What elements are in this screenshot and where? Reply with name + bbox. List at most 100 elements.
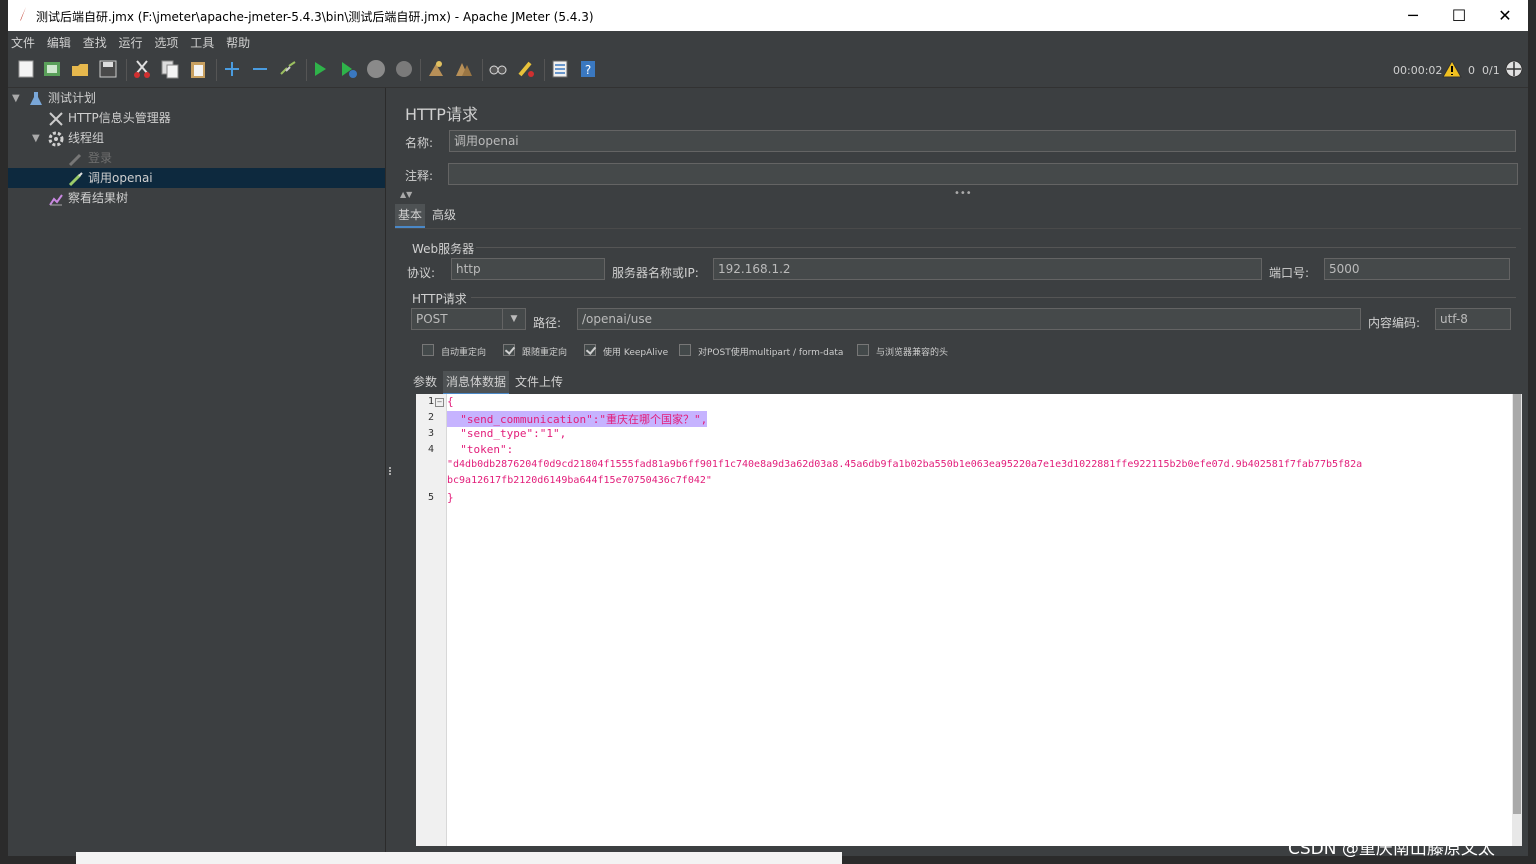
- section-divider: [476, 247, 1516, 248]
- encoding-label: 内容编码:: [1368, 316, 1421, 330]
- window-title: 测试后端自研.jmx (F:\jmeter\apache-jmeter-5.4.…: [36, 10, 594, 24]
- code-line: }: [447, 491, 454, 504]
- menu-options[interactable]: 选项: [151, 31, 181, 51]
- tree-node-label: 察看结果树: [68, 191, 129, 205]
- tree-node-label: 测试计划: [48, 91, 97, 105]
- tree-node-label: 调用openai: [88, 171, 153, 185]
- scrollbar-thumb[interactable]: [1513, 394, 1521, 814]
- close-button[interactable]: ✕: [1482, 0, 1528, 31]
- paste-icon[interactable]: [188, 59, 208, 79]
- new-icon[interactable]: [16, 59, 36, 79]
- method-value: POST: [416, 312, 448, 326]
- follow-redirect-checkbox[interactable]: [503, 344, 515, 356]
- jmeter-window: 测试后端自研.jmx (F:\jmeter\apache-jmeter-5.4.…: [8, 0, 1528, 856]
- thread-count: 0/1: [1482, 64, 1500, 77]
- keepalive-checkbox[interactable]: [584, 344, 596, 356]
- tab-advanced[interactable]: 高级: [429, 204, 459, 226]
- protocol-field[interactable]: http: [451, 258, 605, 280]
- editor-vertical-scrollbar[interactable]: [1512, 394, 1522, 846]
- collapse-toggle-icon[interactable]: ▼: [12, 94, 22, 104]
- keepalive-label: 使用 KeepAlive: [603, 348, 669, 358]
- templates-icon[interactable]: [42, 59, 62, 79]
- name-field[interactable]: 调用openai: [449, 130, 1516, 152]
- start-no-timers-icon[interactable]: [338, 59, 358, 79]
- line-number: 5: [427, 492, 434, 503]
- menu-edit[interactable]: 编辑: [44, 31, 74, 51]
- path-field[interactable]: /openai/use: [577, 308, 1361, 330]
- svg-text:?: ?: [585, 63, 591, 77]
- pipette-icon: [68, 153, 82, 166]
- menu-help[interactable]: 帮助: [223, 31, 253, 51]
- stop-icon[interactable]: [366, 59, 386, 79]
- toolbar-separator: [126, 59, 127, 81]
- tab-parameters[interactable]: 参数: [410, 371, 440, 393]
- save-icon[interactable]: [98, 59, 118, 79]
- help-icon[interactable]: ?: [578, 59, 598, 79]
- chevron-down-icon[interactable]: ▼: [502, 309, 525, 329]
- http-request-panel: HTTP请求 名称: 调用openai 注释: ▲▼ ••• 基本 高级 Web…: [386, 88, 1528, 856]
- comment-label: 注释:: [405, 169, 434, 183]
- shutdown-icon[interactable]: [394, 59, 414, 79]
- menu-tools[interactable]: 工具: [187, 31, 217, 51]
- tree-node-results-tree[interactable]: 察看结果树: [48, 188, 128, 208]
- multipart-checkbox[interactable]: [679, 344, 691, 356]
- code-line: "send_type":"1",: [447, 427, 567, 440]
- csdn-watermark: CSDN @重庆南山藤原文太: [1288, 839, 1495, 859]
- method-select[interactable]: POST ▼: [411, 308, 526, 330]
- toolbar-separator: [216, 59, 217, 81]
- body-data-editor[interactable]: 1 2 3 4 5 − { "send_communication":"重庆在哪…: [416, 394, 1522, 846]
- code-line-wrapped: "d4db0db2876204f0d9cd21804f1555fad81a9b6…: [447, 459, 1363, 470]
- function-helper-icon[interactable]: [550, 59, 570, 79]
- warning-icon[interactable]: [1442, 59, 1462, 79]
- collapse-all-icon[interactable]: [250, 59, 270, 79]
- collapse-toggle-icon[interactable]: ▼: [32, 134, 42, 144]
- copy-icon[interactable]: [160, 59, 180, 79]
- code-line: "token":: [447, 443, 514, 456]
- panel-divider-handle-icon[interactable]: [388, 466, 392, 480]
- cut-icon[interactable]: [132, 59, 152, 79]
- encoding-field[interactable]: utf-8: [1435, 308, 1511, 330]
- http-request-section-label: HTTP请求: [412, 292, 467, 306]
- fold-collapse-icon[interactable]: −: [435, 398, 444, 407]
- line-number: 2: [427, 412, 434, 423]
- server-label: 服务器名称或IP:: [612, 266, 699, 280]
- tab-body-data[interactable]: 消息体数据: [443, 371, 510, 395]
- menu-bar: 文件 编辑 查找 运行 选项 工具 帮助: [8, 31, 1528, 52]
- line-number: 4: [427, 444, 434, 455]
- tree-node-test-plan[interactable]: 测试计划: [28, 88, 96, 108]
- server-field[interactable]: 192.168.1.2: [713, 258, 1262, 280]
- menu-run[interactable]: 运行: [116, 31, 146, 51]
- expand-all-icon[interactable]: [222, 59, 242, 79]
- tree-node-call-openai[interactable]: 调用openai: [8, 168, 385, 188]
- start-icon[interactable]: [310, 59, 330, 79]
- tree-node-header-manager[interactable]: HTTP信息头管理器: [48, 108, 171, 128]
- minimize-button[interactable]: ─: [1390, 0, 1436, 31]
- auto-redirect-checkbox[interactable]: [422, 344, 434, 356]
- line-number: 1: [427, 396, 434, 407]
- toggle-icon[interactable]: [278, 59, 298, 79]
- open-icon[interactable]: [70, 59, 90, 79]
- jmeter-feather-icon: [20, 7, 26, 21]
- tree-node-thread-group[interactable]: 线程组: [48, 128, 104, 148]
- comment-field[interactable]: [448, 163, 1518, 185]
- wrench-icon: [49, 111, 63, 126]
- tab-basic[interactable]: 基本: [395, 204, 426, 228]
- clear-icon[interactable]: [426, 59, 446, 79]
- menu-file[interactable]: 文件: [8, 31, 38, 51]
- maximize-button[interactable]: ☐: [1436, 0, 1482, 31]
- tree-node-label: HTTP信息头管理器: [68, 111, 171, 125]
- flask-icon: [30, 91, 42, 105]
- tab-file-upload[interactable]: 文件上传: [512, 371, 566, 393]
- splitter-arrows-icon[interactable]: ▲▼: [400, 190, 412, 199]
- clear-all-icon[interactable]: [454, 59, 474, 79]
- tree-node-login-disabled[interactable]: 登录: [68, 148, 112, 168]
- browser-compatible-checkbox[interactable]: [857, 344, 869, 356]
- splitter-handle-icon[interactable]: •••: [954, 188, 972, 199]
- reset-search-icon[interactable]: [516, 59, 536, 79]
- name-label: 名称:: [405, 136, 434, 150]
- web-server-section-label: Web服务器: [412, 242, 475, 256]
- menu-search[interactable]: 查找: [80, 31, 110, 51]
- toolbar-separator: [420, 59, 421, 81]
- search-icon[interactable]: [488, 59, 508, 79]
- port-field[interactable]: 5000: [1324, 258, 1510, 280]
